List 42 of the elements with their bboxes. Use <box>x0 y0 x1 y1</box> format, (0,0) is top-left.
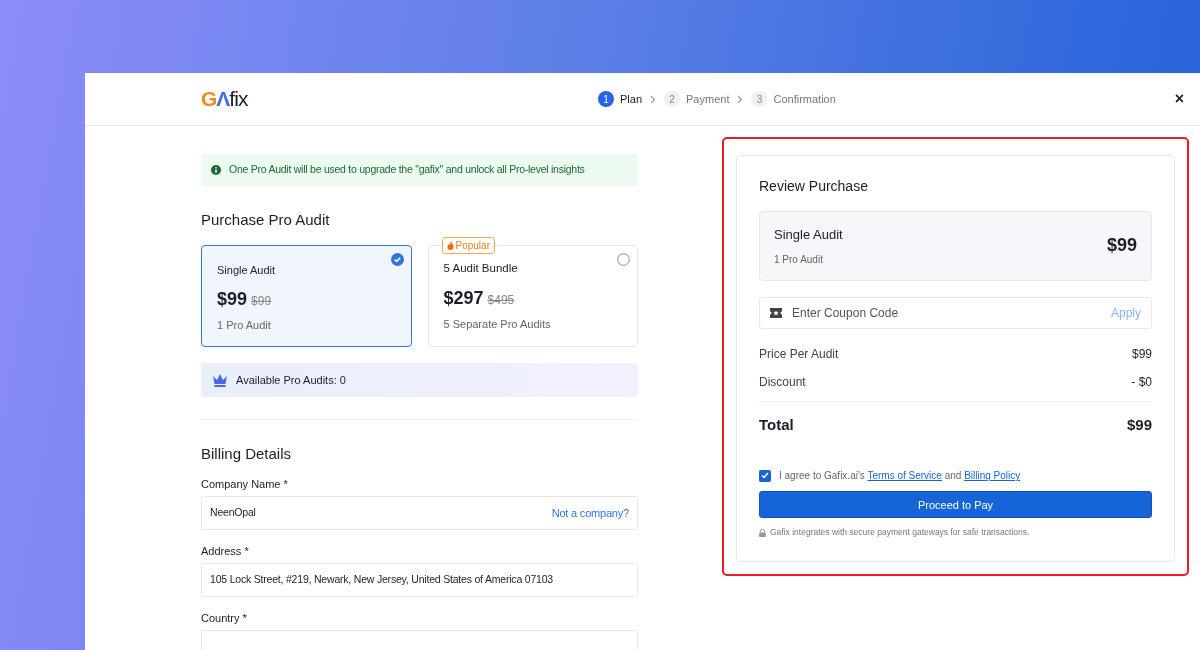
field-label: Country * <box>201 610 248 625</box>
plan-subtitle: 5 Separate Pro Audits <box>443 317 552 332</box>
agreement-text: I agree to Gafix.ai's Terms of Service and Billing Policy <box>779 469 1021 484</box>
step-tab[interactable]: 3 Confirmation <box>751 90 836 108</box>
billing-policy-link[interactable]: Billing Policy <box>964 470 1021 482</box>
text-field[interactable]: 105 Lock Street, #219, Newark, New Jersey, United States of America 07103 <box>201 562 638 597</box>
original-price: $495 <box>487 292 515 309</box>
line-label: Price Per Audit <box>759 345 839 363</box>
not-company-link[interactable]: Not a company? <box>551 504 629 521</box>
popular-badge: Popular <box>441 236 495 254</box>
close-button[interactable]: × <box>1174 91 1184 107</box>
text-field[interactable]: NeenOpal Not a company? <box>201 495 638 530</box>
item-price: $99 <box>1106 234 1137 258</box>
notice-text: One Pro Audit will be used to upgrade the "gafix" and unlock all Pro-level insights <box>229 162 585 177</box>
review-title: Review Purchase <box>759 178 869 195</box>
line-value: - $0 <box>1131 373 1152 391</box>
total-value: $99 <box>1126 414 1152 435</box>
security-note: Gafix integrates with secure payment gateways for safe transactions. <box>770 526 1030 540</box>
field-label: Company Name * <box>201 476 289 491</box>
plan-card[interactable]: Single Audit $99 $99 1 Pro Audit <box>201 244 412 347</box>
available-audits-text: Available Pro Audits: 0 <box>236 372 346 388</box>
plan-price: $99 <box>217 288 248 312</box>
field-value: 105 Lock Street, #219, Newark, New Jersey, United States of America 07103 <box>210 571 553 587</box>
line-value: $99 <box>1131 345 1152 363</box>
plan-subtitle: 1 Pro Audit <box>217 318 272 334</box>
section-heading: Purchase Pro Audit <box>201 210 331 229</box>
logo: GΛfix <box>201 86 249 113</box>
plan-name: Single Audit <box>217 262 277 278</box>
original-price: $99 <box>251 293 272 311</box>
plan-name: 5 Audit Bundle <box>443 260 519 276</box>
proceed-to-pay-button[interactable]: Proceed to Pay <box>759 491 1152 519</box>
plan-price: $297 <box>443 287 484 310</box>
field-label: Address * <box>201 543 250 558</box>
field-value: NeenOpal <box>210 504 256 520</box>
section-heading: Billing Details <box>201 444 293 463</box>
total-label: Total <box>759 414 794 435</box>
step-tab[interactable]: 1 Plan <box>598 90 643 108</box>
item-subtitle: 1 Pro Audit <box>774 253 824 268</box>
item-name: Single Audit <box>774 225 843 244</box>
line-label: Discount <box>759 373 806 391</box>
step-tab[interactable]: 2 Payment <box>664 90 730 108</box>
terms-link[interactable]: Terms of Service <box>867 470 942 482</box>
